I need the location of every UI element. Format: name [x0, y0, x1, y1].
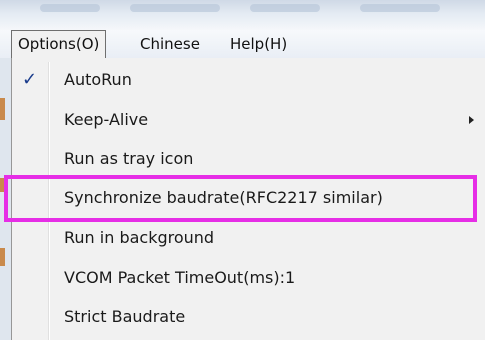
- menu-item-label: Synchronize baudrate(RFC2217 similar): [64, 188, 383, 207]
- menu-chinese[interactable]: Chinese: [134, 30, 206, 58]
- menu-item-label: Run as tray icon: [64, 149, 194, 168]
- menu-item-label: Run in background: [64, 228, 215, 247]
- submenu-arrow-icon: [469, 116, 474, 124]
- menu-item-label: Strict Baudrate: [64, 307, 186, 326]
- menu-item-synchronize-baudrate[interactable]: Synchronize baudrate(RFC2217 similar): [12, 180, 482, 216]
- menu-bar: Options(O) Chinese Help(H): [0, 30, 485, 59]
- window-title-bar: [0, 0, 485, 30]
- checkmark-icon: ✓: [22, 69, 38, 90]
- menu-item-vcom-packet-timeout[interactable]: VCOM Packet TimeOut(ms):1: [12, 260, 482, 296]
- menu-item-autorun[interactable]: ✓ AutoRun: [12, 62, 482, 98]
- menu-help[interactable]: Help(H): [224, 30, 293, 58]
- menu-item-label: AutoRun: [64, 70, 132, 89]
- background-window-edge: [0, 58, 11, 340]
- menu-item-run-in-background[interactable]: Run in background: [12, 220, 482, 256]
- menu-item-strict-baudrate[interactable]: Strict Baudrate: [12, 299, 482, 335]
- options-dropdown-menu: ✓ AutoRun Keep-Alive Run as tray icon Sy…: [11, 58, 485, 340]
- menu-item-keep-alive[interactable]: Keep-Alive: [12, 102, 482, 138]
- menu-item-label: Keep-Alive: [64, 110, 149, 129]
- menu-item-run-as-tray-icon[interactable]: Run as tray icon: [12, 141, 482, 177]
- menu-item-label: VCOM Packet TimeOut(ms):1: [64, 268, 296, 287]
- menu-options[interactable]: Options(O): [11, 30, 107, 59]
- screenshot: Options(O) Chinese Help(H) ✓ AutoRun Kee…: [0, 0, 485, 340]
